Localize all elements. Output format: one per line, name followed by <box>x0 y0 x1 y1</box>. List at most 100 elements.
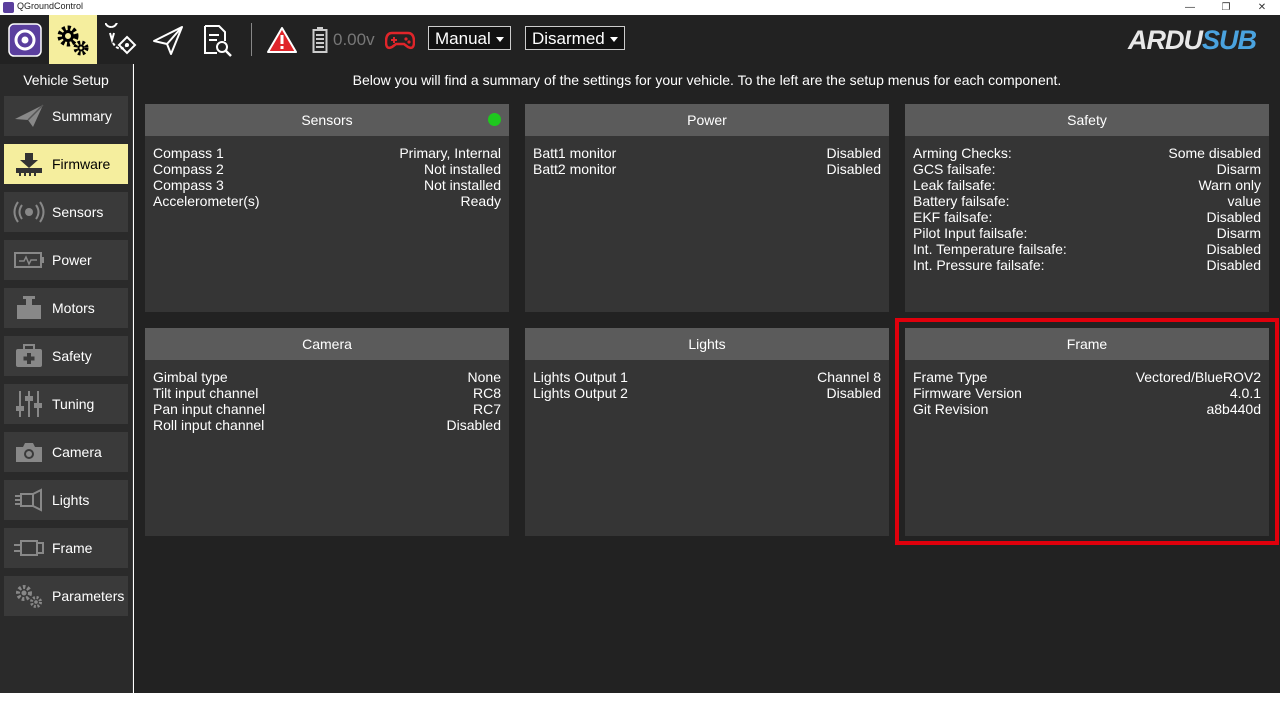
vehicle-setup-sidebar: Vehicle Setup Summary Firmware Sensors P… <box>0 64 133 693</box>
row-value: Not installed <box>423 161 501 177</box>
row-label: Compass 1 <box>153 145 224 161</box>
panel-row: Accelerometer(s) Ready <box>153 193 501 209</box>
status-ok-indicator <box>488 113 501 126</box>
summary-description: Below you will find a summary of the set… <box>352 72 1062 88</box>
plan-view-button[interactable] <box>100 15 144 64</box>
messages-indicator[interactable] <box>264 15 300 64</box>
panel-row: Compass 2 Not installed <box>153 161 501 177</box>
row-label: Batt1 monitor <box>533 145 617 161</box>
download-icon <box>12 150 46 178</box>
sidebar-item-label: Motors <box>52 300 95 316</box>
paper-plane-icon <box>12 102 46 130</box>
light-icon <box>12 486 46 514</box>
close-button[interactable]: ✕ <box>1244 0 1280 15</box>
row-value: None <box>467 369 501 385</box>
safety-panel-header[interactable]: Safety <box>905 104 1269 136</box>
row-label: Leak failsafe: <box>913 177 996 193</box>
panel-row: Tilt input channel RC8 <box>153 385 501 401</box>
safety-panel: Safety Arming Checks: Some disabled GCS f… <box>905 104 1269 312</box>
panel-row: Pan input channel RC7 <box>153 401 501 417</box>
sidebar-item-sensors[interactable]: Sensors <box>4 192 128 232</box>
row-value: Disabled <box>826 161 881 177</box>
row-label: GCS failsafe: <box>913 161 996 177</box>
frame-panel-highlight <box>895 318 1279 545</box>
chevron-down-icon <box>610 37 618 42</box>
row-label: Batt2 monitor <box>533 161 617 177</box>
sidebar-item-safety[interactable]: Safety <box>4 336 128 376</box>
panel-row: Lights Output 1 Channel 8 <box>533 369 881 385</box>
row-label: Tilt input channel <box>153 385 259 401</box>
frame-icon <box>12 534 46 562</box>
sidebar-item-label: Parameters <box>52 588 125 604</box>
arm-state-dropdown[interactable]: Disarmed <box>525 26 625 50</box>
row-value: Disabled <box>826 385 881 401</box>
sidebar-item-label: Safety <box>52 348 92 364</box>
row-label: Int. Temperature failsafe: <box>913 241 1067 257</box>
window-titlebar: QGroundControl — ❐ ✕ <box>0 0 1280 15</box>
battery-indicator[interactable] <box>308 15 332 64</box>
row-label: Pilot Input failsafe: <box>913 225 1028 241</box>
row-value: value <box>1227 193 1261 209</box>
maximize-button[interactable]: ❐ <box>1208 0 1244 15</box>
analyze-document-icon <box>204 24 232 57</box>
flight-mode-dropdown[interactable]: Manual <box>428 26 511 50</box>
panel-row: Compass 3 Not installed <box>153 177 501 193</box>
row-value: Disabled <box>1206 241 1261 257</box>
row-label: Lights Output 2 <box>533 385 628 401</box>
camera-panel-header[interactable]: Camera <box>145 328 509 360</box>
sensors-panel-header[interactable]: Sensors <box>145 104 509 136</box>
row-value: Disarm <box>1216 225 1261 241</box>
paper-plane-icon <box>153 25 183 55</box>
sidebar-item-lights[interactable]: Lights <box>4 480 128 520</box>
panel-row: Compass 1 Primary, Internal <box>153 145 501 161</box>
row-label: Compass 3 <box>153 177 224 193</box>
row-label: Pan input channel <box>153 401 266 417</box>
first-aid-icon <box>12 342 46 370</box>
panel-title: Power <box>687 112 727 128</box>
panel-row: Batt1 monitor Disabled <box>533 145 881 161</box>
panel-row: Lights Output 2 Disabled <box>533 385 881 401</box>
row-value: Primary, Internal <box>399 145 501 161</box>
sliders-icon <box>12 390 46 418</box>
joystick-indicator[interactable] <box>383 15 417 64</box>
row-value: Disabled <box>1206 257 1261 273</box>
sidebar-item-parameters[interactable]: Parameters <box>4 576 128 616</box>
toolbar-separator <box>251 23 252 56</box>
row-value: Some disabled <box>1168 145 1261 161</box>
sidebar-item-label: Frame <box>52 540 93 556</box>
vehicle-setup-button[interactable] <box>49 15 97 64</box>
gamepad-icon <box>385 31 415 49</box>
fly-view-button[interactable] <box>146 15 190 64</box>
sensors-panel: Sensors Compass 1 Primary, Internal Compa… <box>145 104 509 312</box>
analyze-view-button[interactable] <box>194 15 238 64</box>
panel-row: Int. Pressure failsafe: Disabled <box>913 257 1261 273</box>
panel-row: Roll input channel Disabled <box>153 417 501 433</box>
panel-row: GCS failsafe: Disarm <box>913 161 1261 177</box>
row-value: Channel 8 <box>817 369 881 385</box>
sidebar-item-motors[interactable]: Motors <box>4 288 128 328</box>
sidebar-item-frame[interactable]: Frame <box>4 528 128 568</box>
qgc-logo-icon <box>7 22 42 57</box>
power-panel: Power Batt1 monitor Disabled Batt2 monito… <box>525 104 889 312</box>
sidebar-item-label: Tuning <box>52 396 95 412</box>
lights-panel-header[interactable]: Lights <box>525 328 889 360</box>
warning-icon <box>267 26 297 53</box>
sidebar-item-power[interactable]: Power <box>4 240 128 280</box>
sidebar-item-label: Power <box>52 252 92 268</box>
sidebar-item-tuning[interactable]: Tuning <box>4 384 128 424</box>
window-title: QGroundControl <box>17 1 84 11</box>
minimize-button[interactable]: — <box>1172 0 1208 15</box>
sidebar-title: Vehicle Setup <box>23 72 109 88</box>
qgc-menu-button[interactable] <box>0 15 49 64</box>
panel-row: Int. Temperature failsafe: Disabled <box>913 241 1261 257</box>
row-label: Lights Output 1 <box>533 369 628 385</box>
sidebar-item-camera[interactable]: Camera <box>4 432 128 472</box>
row-value: RC7 <box>472 401 501 417</box>
sidebar-item-label: Lights <box>52 492 90 508</box>
sidebar-item-summary[interactable]: Summary <box>4 96 128 136</box>
sidebar-item-firmware[interactable]: Firmware <box>4 144 128 184</box>
power-panel-header[interactable]: Power <box>525 104 889 136</box>
panel-title: Lights <box>688 336 726 352</box>
row-value: RC8 <box>472 385 501 401</box>
row-value: Not installed <box>423 177 501 193</box>
